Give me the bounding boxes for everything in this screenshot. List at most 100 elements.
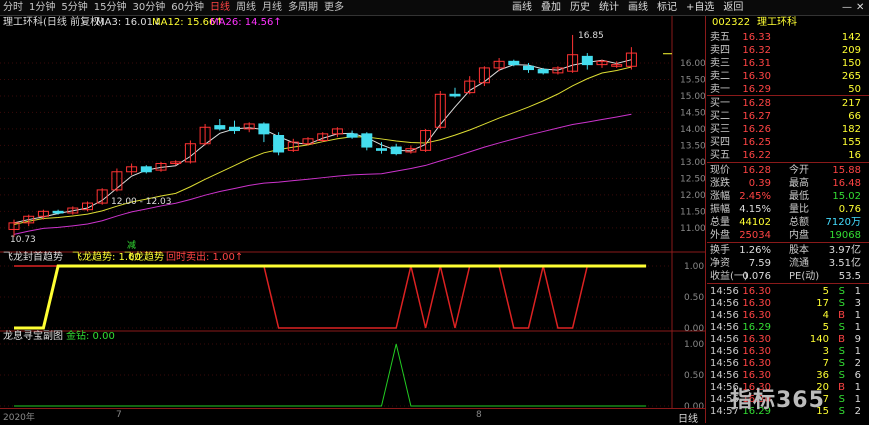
stats-separator bbox=[707, 242, 869, 243]
tab-period-4[interactable]: 30分钟 bbox=[132, 1, 165, 14]
date-axis: 2020年 7 8 日线 bbox=[0, 408, 705, 425]
stats-value: 3.97亿 bbox=[828, 245, 861, 256]
quote-row: 涨跌 0.39 最高 16.48 bbox=[707, 177, 869, 190]
toolbar-action-3[interactable]: 统计 bbox=[599, 1, 619, 14]
tab-period-9[interactable]: 多周期 bbox=[288, 1, 318, 14]
year-label: 2020年 bbox=[3, 413, 35, 423]
tab-period-10[interactable]: 更多 bbox=[324, 1, 344, 14]
quote-value: 16.48 bbox=[832, 178, 861, 189]
tick-side: S bbox=[838, 406, 845, 417]
toolbar-action-0[interactable]: 画线 bbox=[512, 1, 532, 14]
quote-value: 4.15% bbox=[739, 204, 771, 215]
stock-header: 002322 理工环科 bbox=[707, 16, 869, 29]
candle-body bbox=[390, 146, 402, 155]
quote-label: 量比 bbox=[789, 204, 809, 215]
tab-period-2[interactable]: 5分钟 bbox=[61, 1, 87, 14]
candle-body bbox=[508, 60, 520, 66]
y-tick-label: 12.50 bbox=[680, 174, 705, 184]
jian-marker: 减 bbox=[127, 241, 137, 251]
order-volume: 150 bbox=[841, 58, 861, 69]
candle-body bbox=[361, 133, 373, 148]
order-label: 买三 bbox=[710, 124, 730, 135]
tab-period-0[interactable]: 分时 bbox=[3, 1, 23, 14]
order-label: 买五 bbox=[710, 150, 730, 161]
month-label-1: 7 bbox=[116, 410, 122, 420]
panel2-title: 飞龙封首趋势 bbox=[3, 252, 63, 263]
tab-period-1[interactable]: 1分钟 bbox=[29, 1, 55, 14]
order-label: 买二 bbox=[710, 111, 730, 122]
minimize-icon[interactable]: — bbox=[842, 1, 852, 14]
panel3-axis-label: 1.00 bbox=[684, 340, 704, 350]
order-volume: 209 bbox=[841, 45, 861, 56]
panel-divider bbox=[705, 16, 706, 423]
y-tick-label: 13.00 bbox=[680, 158, 705, 168]
order-price: 16.27 bbox=[742, 111, 771, 122]
order-price: 16.28 bbox=[742, 98, 771, 109]
stats-label: 换手 bbox=[710, 245, 730, 256]
y-tick-label: 16.00 bbox=[680, 59, 705, 69]
orderbook-buy-row: 买三 16.26 182 bbox=[707, 123, 869, 136]
tab-period-7[interactable]: 周线 bbox=[236, 1, 256, 14]
y-tick-label: 14.00 bbox=[680, 125, 705, 135]
stock-code: 002322 bbox=[712, 17, 751, 28]
quote-label: 涨跌 bbox=[710, 178, 730, 189]
close-icon[interactable]: ✕ bbox=[856, 1, 864, 14]
stats-label: 净资 bbox=[710, 258, 730, 269]
month-label-2: 8 bbox=[476, 410, 482, 420]
stock-title: 理工环科(日线 前复权) bbox=[3, 17, 104, 28]
panel2-sell-value: 回时卖出: 1.00↑ bbox=[166, 252, 244, 263]
tick-count: 2 bbox=[854, 406, 861, 417]
order-price: 16.30 bbox=[742, 71, 771, 82]
order-label: 卖五 bbox=[710, 32, 730, 43]
quote-label: 外盘 bbox=[710, 230, 730, 241]
order-price: 16.26 bbox=[742, 124, 771, 135]
toolbar-action-1[interactable]: 叠加 bbox=[541, 1, 561, 14]
candle-body bbox=[523, 65, 534, 71]
stats-value: 1.26% bbox=[739, 245, 771, 256]
candle-body bbox=[140, 166, 152, 173]
order-label: 卖四 bbox=[710, 45, 730, 56]
orderbook-separator bbox=[707, 95, 869, 96]
stats-value: 3.51亿 bbox=[828, 258, 861, 269]
tab-period-5[interactable]: 60分钟 bbox=[171, 1, 204, 14]
toolbar-action-6[interactable]: +自选 bbox=[686, 1, 714, 14]
quote-value: 15.88 bbox=[832, 165, 861, 176]
quote-value: 15.02 bbox=[832, 191, 861, 202]
quote-value: 19068 bbox=[829, 230, 861, 241]
ma12-line bbox=[13, 66, 632, 226]
quote-value: 0.39 bbox=[748, 178, 771, 189]
kline-chart[interactable]: 16.00 15.50 15.00 14.50 14.00 13.50 13.00 12.50… bbox=[0, 16, 705, 408]
panel2-axis-label: 0.00 bbox=[684, 324, 704, 334]
order-volume: 182 bbox=[841, 124, 861, 135]
orderbook-buy-row: 买五 16.22 16 bbox=[707, 149, 869, 162]
toolbar-action-5[interactable]: 标记 bbox=[657, 1, 677, 14]
quote-value: 16.28 bbox=[742, 165, 771, 176]
orderbook-sell-row: 卖三 16.31 150 bbox=[707, 57, 869, 70]
candle-body bbox=[214, 125, 226, 130]
toolbar-action-4[interactable]: 画线 bbox=[628, 1, 648, 14]
tab-period-6[interactable]: 日线 bbox=[210, 1, 230, 14]
orderbook-sell-row: 卖二 16.30 265 bbox=[707, 70, 869, 83]
toolbar-action-2[interactable]: 历史 bbox=[570, 1, 590, 14]
order-volume: 16 bbox=[848, 150, 861, 161]
ticks-separator bbox=[707, 283, 869, 284]
quote-row: 外盘 25034 内盘 19068 bbox=[707, 229, 869, 242]
stock-name: 理工环科 bbox=[757, 17, 797, 28]
quote-value: 44102 bbox=[739, 217, 771, 228]
quote-label: 现价 bbox=[710, 165, 730, 176]
order-volume: 155 bbox=[841, 137, 861, 148]
y-tick-label: 12.00 bbox=[680, 191, 705, 201]
stats-value: 0.076 bbox=[742, 271, 771, 282]
tab-period-8[interactable]: 月线 bbox=[262, 1, 282, 14]
candle-body bbox=[273, 135, 285, 153]
stats-row: 收益(一) 0.076 PE(动) 53.5 bbox=[707, 270, 869, 283]
order-price: 16.33 bbox=[742, 32, 771, 43]
toolbar-action-7[interactable]: 返回 bbox=[723, 1, 743, 14]
orderbook-sell-row: 卖四 16.32 209 bbox=[707, 44, 869, 57]
stats-label: PE(动) bbox=[789, 271, 820, 282]
tab-period-3[interactable]: 15分钟 bbox=[94, 1, 127, 14]
y-tick-label: 13.50 bbox=[680, 141, 705, 151]
order-label: 买四 bbox=[710, 137, 730, 148]
order-volume: 217 bbox=[841, 98, 861, 109]
quote-row: 涨幅 2.45% 最低 15.02 bbox=[707, 190, 869, 203]
